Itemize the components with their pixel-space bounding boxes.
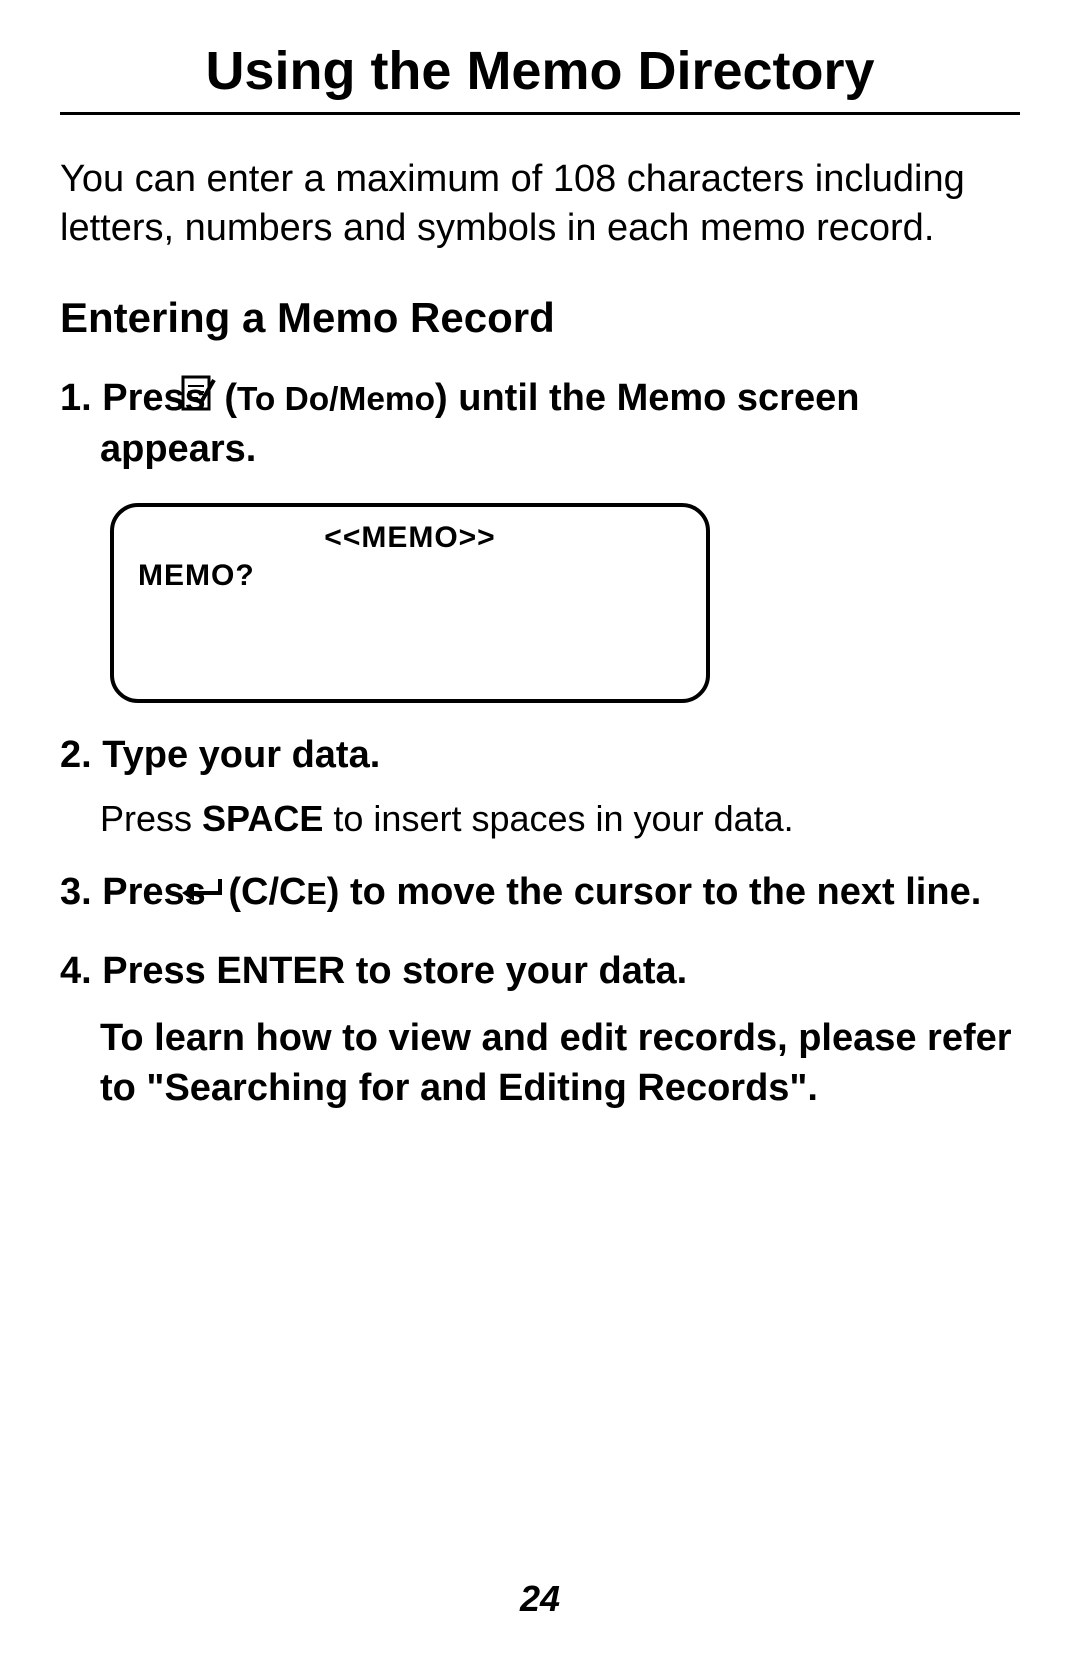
step-4: 4. Press ENTER to store your data. To le… [60, 947, 1020, 1113]
step3-suffix: ) to move the cursor to the next line. [327, 871, 982, 913]
enter-arrow-icon [220, 869, 224, 918]
page-number: 24 [0, 1578, 1080, 1620]
step4-main: 4. Press ENTER to store your data. [60, 947, 1020, 996]
step1-open-paren: ( [224, 377, 237, 419]
intro-paragraph: You can enter a maximum of 108 character… [60, 155, 1020, 254]
step2-sub: Press SPACE to insert spaces in your dat… [60, 798, 1020, 840]
section-heading: Entering a Memo Record [60, 294, 1020, 342]
step1-icon-label: To Do/Memo [237, 381, 435, 418]
screen-prompt: MEMO? [138, 559, 682, 593]
step-2: 2. Type your data. Press SPACE to insert… [60, 731, 1020, 840]
step-1: 1. Press (To Do/Memo) until the Memo scr… [60, 374, 1020, 475]
step4-note: To learn how to view and edit records, p… [60, 1014, 1020, 1113]
step3-label-small: E [306, 877, 326, 911]
step-3: 3. Press (C/CE) to move the cursor to th… [60, 868, 1020, 919]
step2-sub-bold: SPACE [202, 798, 323, 839]
step2-main: 2. Type your data. [60, 731, 1020, 780]
page-title: Using the Memo Directory [60, 40, 1020, 115]
step2-sub-suffix: to insert spaces in your data. [323, 798, 793, 839]
screen-display: <<MEMO>> MEMO? [110, 503, 710, 703]
step2-sub-prefix: Press [100, 798, 202, 839]
screen-title: <<MEMO>> [138, 521, 682, 555]
step3-label-part1: (C/C [228, 871, 306, 913]
